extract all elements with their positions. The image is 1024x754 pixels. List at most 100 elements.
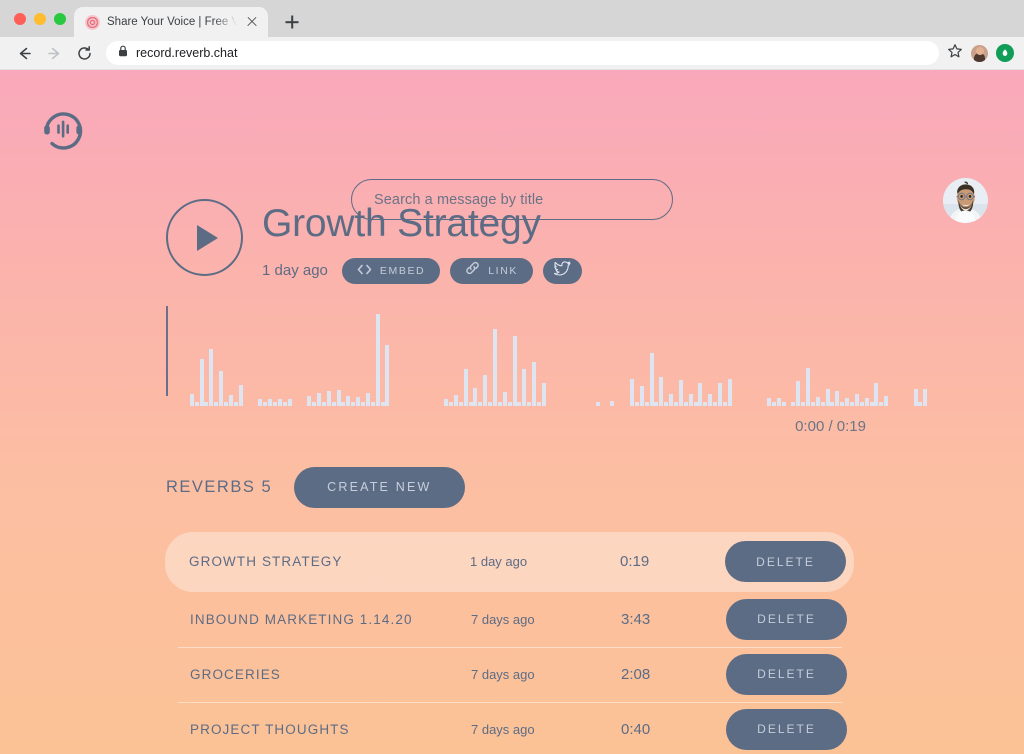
browser-tab[interactable]: Share Your Voice | Free Voice No	[74, 7, 268, 37]
browser-toolbar: record.reverb.chat	[0, 37, 1024, 70]
waveform-bar	[473, 388, 477, 406]
waveform-bar	[332, 402, 336, 406]
browser-profile-avatar[interactable]	[971, 45, 988, 62]
star-icon[interactable]	[947, 43, 963, 64]
create-new-button[interactable]: CREATE NEW	[294, 467, 464, 508]
link-button[interactable]: LINK	[450, 258, 533, 284]
waveform-bar	[659, 377, 663, 406]
waveform-bar	[190, 394, 194, 406]
waveform-bar	[513, 336, 517, 406]
waveform-bar	[669, 394, 673, 406]
player-meta-row: 1 day ago EMBED	[262, 258, 582, 284]
delete-button[interactable]: DELETE	[726, 709, 847, 750]
forward-button[interactable]	[40, 39, 68, 67]
waveform-bar	[777, 398, 781, 406]
reverbs-list: GROWTH STRATEGY1 day ago0:19DELETEINBOUN…	[166, 532, 854, 754]
back-button[interactable]	[10, 39, 38, 67]
waveform-bar	[684, 402, 688, 406]
waveform-bar	[498, 402, 502, 406]
waveform-bar	[219, 371, 223, 406]
waveform-bar	[635, 402, 639, 406]
waveform-bar	[703, 402, 707, 406]
app-page: Search a message by title	[0, 70, 1024, 754]
waveform-bar	[918, 402, 922, 406]
waveform-bar	[224, 402, 228, 406]
waveform-bar	[209, 349, 213, 406]
waveform-bar	[273, 402, 277, 406]
waveform-bar	[645, 402, 649, 406]
waveform-bar	[654, 402, 658, 406]
waveform-bar	[874, 383, 878, 406]
waveform-bar	[610, 401, 614, 406]
delete-button[interactable]: DELETE	[726, 654, 847, 695]
play-button[interactable]	[166, 199, 243, 276]
close-tab-button[interactable]	[244, 14, 260, 30]
waveform-bar	[840, 402, 844, 406]
toolbar-right-actions	[947, 43, 1014, 64]
waveform-bar	[478, 402, 482, 406]
new-tab-button[interactable]	[278, 8, 306, 36]
reverb-age: 1 day ago	[470, 554, 620, 569]
reverb-headphone-logo[interactable]	[40, 106, 86, 152]
waveform-bar	[870, 402, 874, 406]
reload-button[interactable]	[70, 39, 98, 67]
waveform-bar	[860, 402, 864, 406]
waveform-bar	[640, 386, 644, 406]
waveform-bar	[327, 391, 331, 406]
waveform-bar	[718, 383, 722, 406]
waveform-bar	[444, 399, 448, 406]
waveform-bar	[728, 379, 732, 406]
waveform-bar	[234, 402, 238, 406]
embed-label: EMBED	[380, 265, 425, 277]
reverb-favicon	[85, 15, 100, 30]
tab-strip: Share Your Voice | Free Voice No	[0, 0, 1024, 37]
chain-link-icon	[465, 261, 480, 280]
table-row[interactable]: GROCERIES7 days ago2:08DELETE	[166, 647, 854, 702]
user-avatar[interactable]	[943, 178, 988, 223]
reverb-title: INBOUND MARKETING 1.14.20	[166, 612, 471, 627]
waveform-bar	[664, 402, 668, 406]
waveform-bar	[772, 402, 776, 406]
waveform-bar	[376, 314, 380, 406]
waveform[interactable]	[166, 306, 866, 406]
reverb-title: GROWTH STRATEGY	[165, 554, 470, 569]
reverb-title: PROJECT THOUGHTS	[166, 722, 471, 737]
waveform-bar	[346, 396, 350, 406]
waveform-bar	[459, 402, 463, 406]
minimize-window-button[interactable]	[34, 13, 46, 25]
waveform-bar	[816, 397, 820, 406]
waveform-bar	[723, 402, 727, 406]
waveform-bar	[845, 398, 849, 406]
reverb-duration: 2:08	[621, 666, 726, 683]
embed-button[interactable]: EMBED	[342, 258, 440, 284]
twitter-share-button[interactable]	[543, 258, 582, 284]
waveform-bar	[914, 389, 918, 406]
maximize-window-button[interactable]	[54, 13, 66, 25]
waveform-bar	[268, 399, 272, 406]
waveform-bars[interactable]	[180, 311, 866, 406]
search-input[interactable]: Search a message by title	[351, 179, 673, 220]
delete-button[interactable]: DELETE	[725, 541, 846, 582]
waveform-bar	[537, 402, 541, 406]
waveform-bar	[532, 362, 536, 406]
waveform-bar	[698, 383, 702, 406]
search-placeholder: Search a message by title	[374, 192, 543, 208]
waveform-bar	[258, 399, 262, 406]
close-window-button[interactable]	[14, 13, 26, 25]
playhead-marker[interactable]	[166, 306, 168, 396]
extension-badge-icon[interactable]	[996, 44, 1014, 62]
table-row[interactable]: GROWTH STRATEGY1 day ago0:19DELETE	[165, 532, 854, 592]
waveform-bar	[679, 380, 683, 406]
table-row[interactable]: INBOUND MARKETING 1.14.207 days ago3:43D…	[166, 592, 854, 647]
delete-button[interactable]: DELETE	[726, 599, 847, 640]
table-row[interactable]: PROJECT THOUGHTS7 days ago0:40DELETE	[166, 702, 854, 754]
waveform-bar	[322, 402, 326, 406]
reverb-duration: 3:43	[621, 611, 726, 628]
waveform-bar	[239, 385, 243, 406]
waveform-bar	[782, 402, 786, 406]
time-display: 0:00 / 0:19	[166, 418, 866, 435]
waveform-bar	[801, 402, 805, 406]
waveform-bar	[337, 390, 341, 406]
waveform-bar	[341, 402, 345, 406]
address-bar[interactable]: record.reverb.chat	[106, 41, 939, 65]
